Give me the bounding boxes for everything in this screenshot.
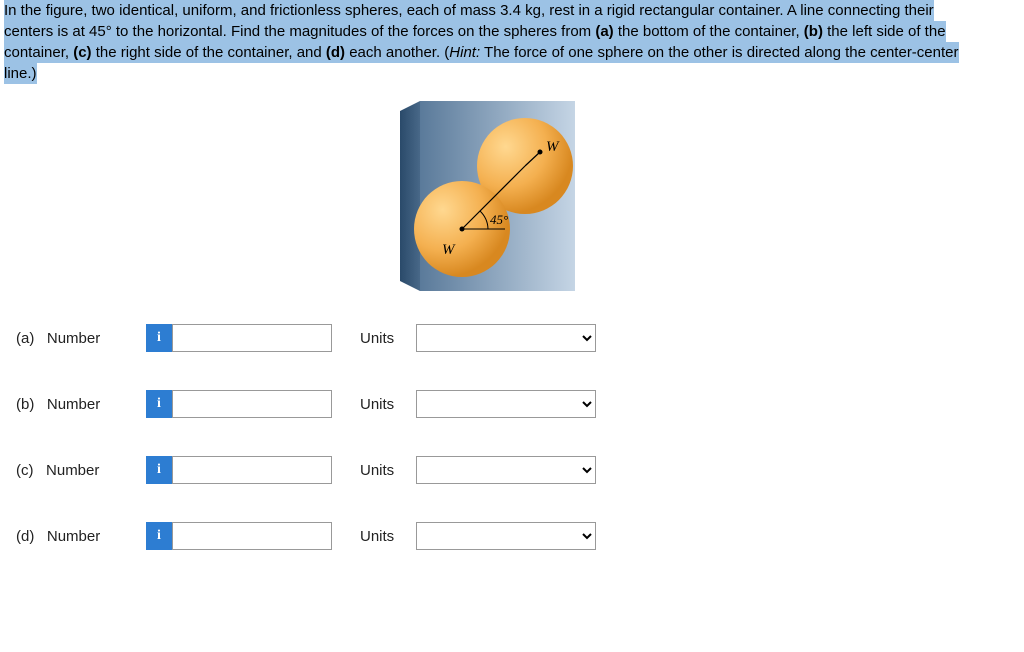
- answer-row-d: (d) Number i Units: [16, 522, 1024, 550]
- info-icon[interactable]: i: [146, 390, 172, 418]
- units-select-c[interactable]: [416, 456, 596, 484]
- svg-text:45°: 45°: [490, 212, 508, 227]
- units-label: Units: [360, 462, 402, 479]
- info-icon[interactable]: i: [146, 456, 172, 484]
- problem-text-highlighted: In the figure, two identical, uniform, a…: [4, 0, 959, 84]
- units-label: Units: [360, 330, 402, 347]
- svg-text:W: W: [442, 242, 456, 258]
- answers-section: (a) Number i Units (b) Number i Units (c…: [0, 324, 1024, 550]
- part-label: (a) Number: [16, 330, 146, 347]
- units-select-d[interactable]: [416, 522, 596, 550]
- answer-row-c: (c) Number i Units: [16, 456, 1024, 484]
- answer-row-a: (a) Number i Units: [16, 324, 1024, 352]
- answer-row-b: (b) Number i Units: [16, 390, 1024, 418]
- units-select-a[interactable]: [416, 324, 596, 352]
- physics-figure: 45° W W: [400, 96, 590, 296]
- problem-statement: In the figure, two identical, uniform, a…: [0, 0, 990, 88]
- figure-container: 45° W W: [0, 96, 990, 296]
- number-input-d[interactable]: [172, 522, 332, 550]
- part-label: (d) Number: [16, 528, 146, 545]
- number-input-c[interactable]: [172, 456, 332, 484]
- svg-text:W: W: [546, 139, 560, 155]
- number-input-a[interactable]: [172, 324, 332, 352]
- part-label: (c) Number: [16, 462, 146, 479]
- info-icon[interactable]: i: [146, 324, 172, 352]
- units-label: Units: [360, 528, 402, 545]
- number-input-b[interactable]: [172, 390, 332, 418]
- units-label: Units: [360, 396, 402, 413]
- units-select-b[interactable]: [416, 390, 596, 418]
- info-icon[interactable]: i: [146, 522, 172, 550]
- part-label: (b) Number: [16, 396, 146, 413]
